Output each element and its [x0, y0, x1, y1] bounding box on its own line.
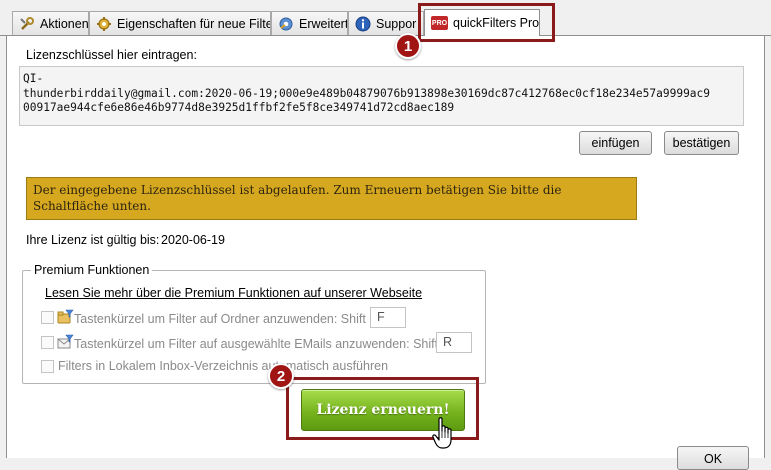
step-marker-2: 2 — [268, 363, 294, 389]
local-inbox-checkbox[interactable] — [41, 360, 54, 373]
key-line: thunderbirddaily@gmail.com:2020-06-19;00… — [23, 86, 711, 100]
tab-aktionen[interactable]: Aktionen — [12, 11, 89, 35]
shortcut-emails-key-input[interactable]: R — [436, 332, 472, 353]
confirm-button[interactable]: bestätigen — [664, 131, 739, 155]
local-inbox-label: Filters in Lokalem Inbox-Verzeichnis aut… — [58, 359, 389, 373]
advanced-gear-icon — [278, 16, 294, 32]
tab-eigenschaften[interactable]: Eigenschaften für neue Filter — [89, 11, 271, 35]
tab-label: Eigenschaften für neue Filter — [117, 16, 271, 31]
shortcut-emails-checkbox[interactable] — [41, 336, 54, 349]
premium-info-link[interactable]: Lesen Sie mehr über die Premium Funktion… — [45, 286, 422, 300]
license-key-label: Lizenzschlüssel hier eintragen: — [26, 48, 197, 62]
tab-label: Erweitert — [299, 16, 348, 31]
key-line: 00917ae944cfe6e86e46b9774d8e3925d1ffbf2f… — [23, 101, 455, 114]
step-marker-1: 1 — [395, 33, 421, 59]
shortcut-folder-key-input[interactable]: F — [370, 307, 406, 328]
shortcut-folder-label: Tastenkürzel um Filter auf Ordner anzuwe… — [74, 312, 377, 326]
shortcut-emails-label: Tastenkürzel um Filter auf ausgewählte E… — [74, 337, 449, 351]
tab-support[interactable]: Suppor — [348, 11, 424, 35]
license-key-field[interactable]: QI- thunderbirddaily@gmail.com:2020-06-1… — [19, 66, 744, 126]
tools-icon — [19, 16, 35, 32]
tab-label: Suppor — [376, 16, 417, 31]
gear-icon — [96, 16, 112, 32]
tab-erweitert[interactable]: Erweitert — [271, 11, 348, 35]
license-valid-label: Ihre Lizenz ist gültig bis: — [26, 233, 160, 247]
ok-button[interactable]: OK — [677, 446, 749, 470]
hand-cursor-icon — [432, 416, 460, 457]
folder-filter-icon — [57, 309, 74, 328]
highlight-box-tab — [418, 3, 555, 42]
paste-button[interactable]: einfügen — [579, 131, 652, 155]
shortcut-folder-checkbox[interactable] — [41, 311, 54, 324]
license-expired-warning: Der eingegebene Lizenzschlüssel ist abge… — [26, 177, 637, 220]
license-valid-date: 2020-06-19 — [161, 233, 225, 247]
tab-label: Aktionen — [40, 16, 89, 31]
email-filter-icon — [57, 334, 74, 353]
info-icon — [355, 16, 371, 32]
premium-features-legend: Premium Funktionen — [34, 263, 150, 277]
key-line: QI- — [23, 72, 44, 85]
